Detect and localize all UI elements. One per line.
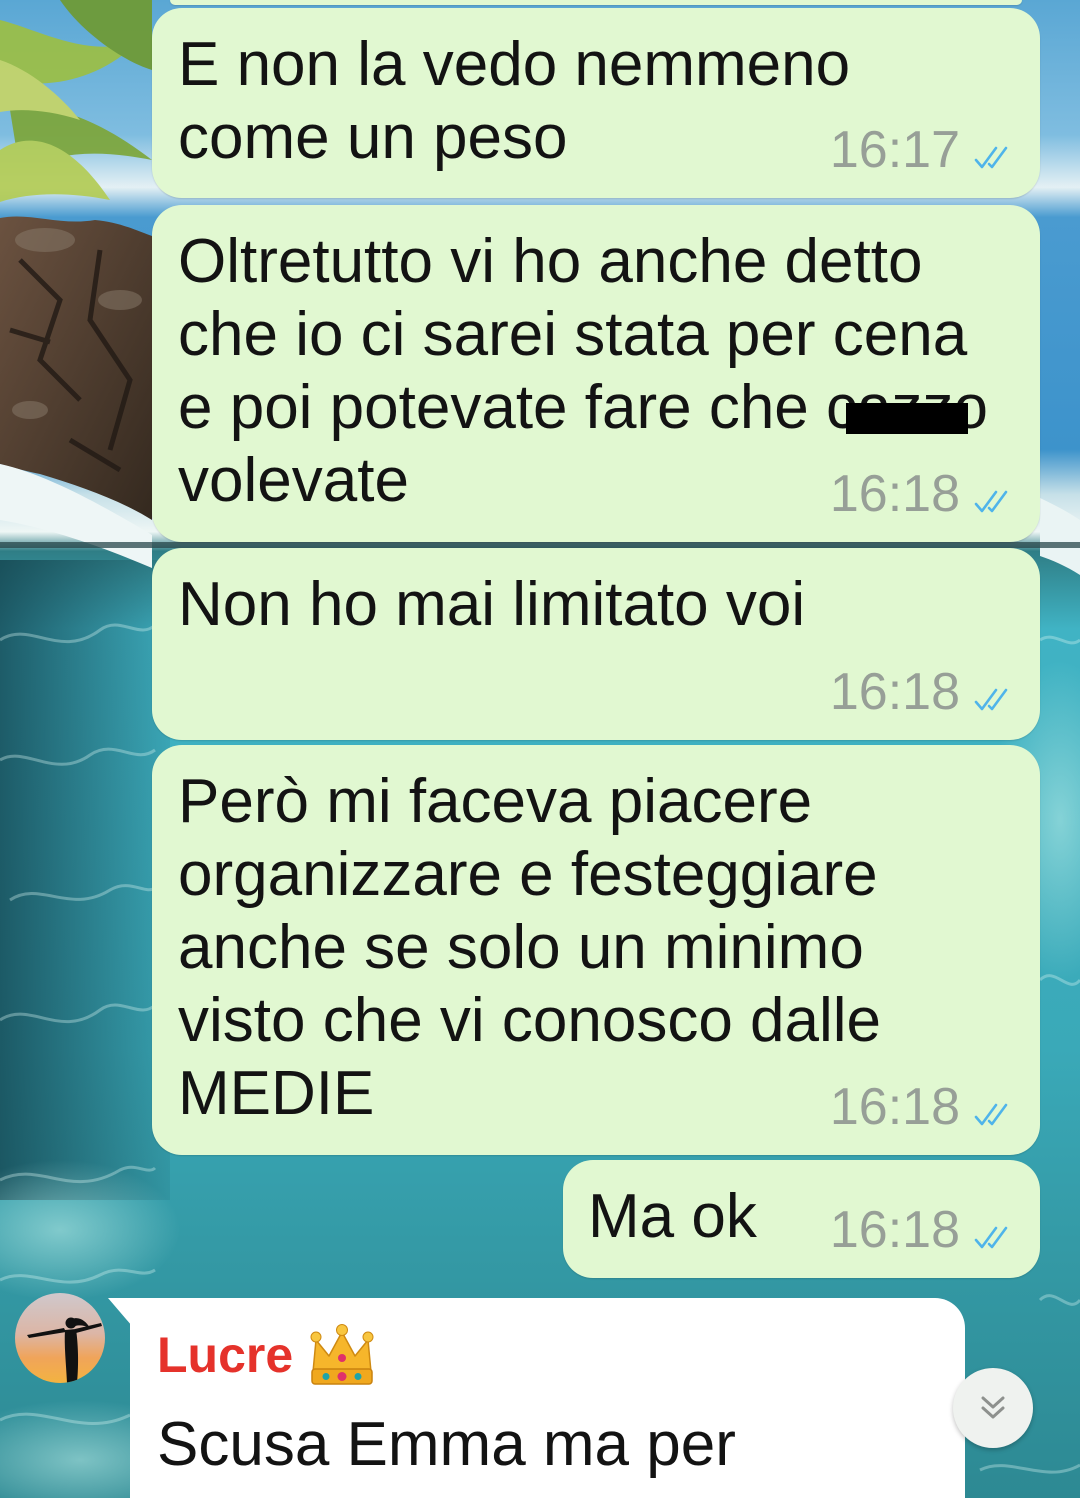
- message-line: che io ci sarei stata per cena: [178, 300, 968, 369]
- message-time: 16:18: [829, 1201, 960, 1259]
- message-text: E non la vedo nemmeno come un peso: [178, 28, 850, 174]
- message-line: E non la vedo nemmeno: [178, 30, 851, 99]
- outgoing-message[interactable]: Non ho mai limitato voi 16:18: [152, 548, 1040, 740]
- message-meta: 16:18: [830, 468, 1016, 520]
- message-time: 16:17: [829, 121, 960, 179]
- message-line: visto che vi conosco dalle: [178, 986, 882, 1055]
- message-text: Ma ok: [588, 1180, 757, 1253]
- message-time: 16:18: [829, 663, 960, 721]
- outgoing-message[interactable]: Ma ok 16:18: [563, 1160, 1040, 1278]
- outgoing-message[interactable]: Oltretutto vi ho anche detto che io ci s…: [152, 205, 1040, 542]
- previous-message-bubble[interactable]: [170, 0, 1022, 5]
- double-check-icon: [974, 490, 1008, 513]
- message-line: Scusa Emma ma per: [157, 1410, 736, 1479]
- outgoing-message[interactable]: Però mi faceva piacere organizzare e fes…: [152, 745, 1040, 1155]
- message-text: Però mi faceva piacere organizzare e fes…: [178, 765, 881, 1130]
- message-line: organizzare e festeggiare: [178, 840, 878, 909]
- double-check-icon: [974, 1103, 1008, 1126]
- message-line: MEDIE: [178, 1059, 375, 1128]
- double-check-icon: [974, 146, 1008, 169]
- message-line: Oltretutto vi ho anche detto: [178, 227, 923, 296]
- sender-name[interactable]: Lucre: [157, 1322, 293, 1388]
- double-chevron-down-icon: [981, 1396, 1005, 1419]
- message-meta: 16:17: [830, 124, 1016, 176]
- redacted-word: cazzo: [826, 371, 988, 444]
- message-time: 16:18: [829, 465, 960, 523]
- double-check-icon: [974, 1226, 1008, 1249]
- message-meta: 16:18: [830, 666, 1016, 718]
- message-meta: 16:18: [830, 1204, 1016, 1256]
- message-line: Però mi faceva piacere: [178, 767, 813, 836]
- avatar-silhouette-icon: [15, 1293, 105, 1383]
- crown-icon: [310, 1324, 374, 1385]
- outgoing-message[interactable]: E non la vedo nemmeno come un peso 16:17: [152, 8, 1040, 198]
- message-line: e poi potevate fare che cazzo: [178, 371, 988, 444]
- message-line-text: e poi potevate fare che: [178, 373, 827, 442]
- sender-row: Lucre: [157, 1322, 378, 1388]
- sender-avatar[interactable]: [15, 1293, 105, 1383]
- message-line: anche se solo un minimo: [178, 913, 864, 982]
- message-line: come un peso: [178, 103, 568, 172]
- double-check-icon: [974, 688, 1008, 711]
- redaction-bar: [846, 403, 968, 434]
- message-meta: 16:18: [830, 1081, 1016, 1133]
- message-text: Non ho mai limitato voi: [178, 568, 805, 641]
- incoming-message[interactable]: Lucre Scusa Emma ma per: [130, 1298, 965, 1498]
- message-line: Ma ok: [588, 1182, 757, 1251]
- message-time: 16:18: [829, 1078, 960, 1136]
- message-text: Scusa Emma ma per: [157, 1408, 736, 1481]
- message-line: Non ho mai limitato voi: [178, 570, 806, 639]
- scroll-to-bottom-button[interactable]: [953, 1368, 1033, 1448]
